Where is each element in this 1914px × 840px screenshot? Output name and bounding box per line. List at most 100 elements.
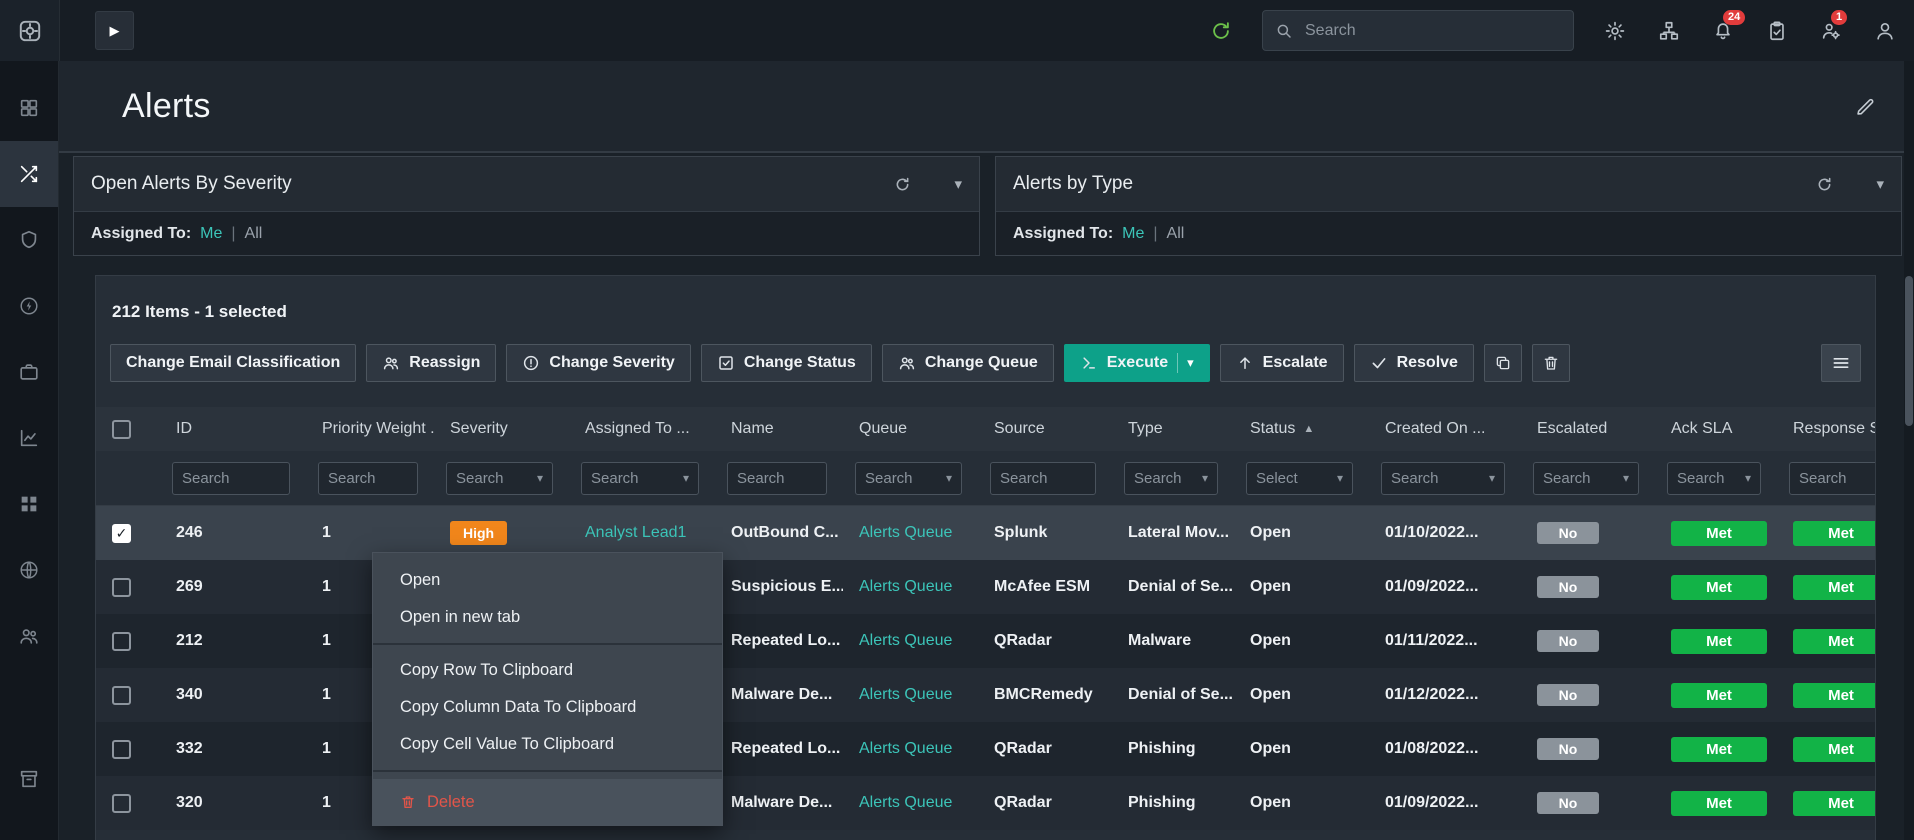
change-queue-button[interactable]: Change Queue: [881, 344, 1054, 382]
tasks-clipboard-icon[interactable]: [1764, 18, 1790, 44]
column-header-name[interactable]: Name: [715, 420, 843, 438]
filter-severity[interactable]: Search ▾: [446, 461, 553, 495]
table-row[interactable]: 269 1 Suspicious E... Alerts Queue McAfe…: [96, 560, 1875, 614]
column-header-status[interactable]: Status ▲: [1234, 420, 1369, 438]
change-status-button[interactable]: Change Status: [700, 344, 872, 382]
sidebar-item-dashboard[interactable]: [0, 75, 58, 141]
context-menu-copy-row[interactable]: Copy Row To Clipboard: [373, 652, 722, 689]
filter-escalated[interactable]: Search ▾: [1533, 461, 1639, 495]
chevron-down-icon[interactable]: ▾: [954, 175, 962, 193]
column-header-id[interactable]: ID: [160, 420, 306, 438]
change-severity-button[interactable]: Change Severity: [506, 344, 691, 382]
cell-queue[interactable]: Alerts Queue: [843, 740, 978, 758]
sync-status-icon[interactable]: [1208, 18, 1234, 44]
global-search[interactable]: [1262, 10, 1574, 51]
filter-id[interactable]: Search: [172, 461, 290, 495]
sidebar-item-analytics[interactable]: [0, 405, 58, 471]
filter-name[interactable]: Search: [727, 461, 827, 495]
sidebar-item-case[interactable]: [0, 339, 58, 405]
column-header-priority-weight[interactable]: Priority Weight ...: [306, 420, 434, 438]
execute-button[interactable]: Execute ▾: [1063, 344, 1210, 382]
column-header-assigned-to[interactable]: Assigned To ...: [569, 420, 715, 438]
sidebar-expand-button[interactable]: ▶: [95, 11, 134, 50]
search-input[interactable]: [1303, 20, 1561, 41]
assigned-all-link[interactable]: All: [245, 225, 263, 243]
context-menu-copy-cell[interactable]: Copy Cell Value To Clipboard: [373, 726, 722, 763]
table-row[interactable]: ✓ 246 1 High Analyst Lead1 OutBound C...…: [96, 506, 1875, 560]
vertical-scrollbar[interactable]: [1904, 61, 1914, 840]
assigned-me-link[interactable]: Me: [1122, 225, 1144, 243]
cell-queue[interactable]: Alerts Queue: [843, 578, 978, 596]
assigned-all-link[interactable]: All: [1167, 225, 1185, 243]
resolve-button[interactable]: Resolve: [1353, 344, 1474, 382]
context-menu-delete[interactable]: Delete: [373, 779, 722, 825]
sitemap-icon[interactable]: [1656, 18, 1682, 44]
table-row[interactable]: 212 1 Repeated Lo... Alerts Queue QRadar…: [96, 614, 1875, 668]
filter-source[interactable]: Search: [990, 461, 1096, 495]
sidebar-item-archive[interactable]: [0, 746, 58, 812]
change-email-classification-button[interactable]: Change Email Classification: [110, 344, 357, 382]
chevron-down-icon[interactable]: ▾: [1187, 355, 1194, 371]
edit-pencil-icon[interactable]: [1855, 96, 1876, 117]
filter-queue[interactable]: Search ▾: [855, 461, 962, 495]
row-checkbox[interactable]: [112, 793, 131, 813]
row-checkbox[interactable]: [112, 631, 131, 651]
reassign-button[interactable]: Reassign: [366, 344, 497, 382]
column-header-created-on[interactable]: Created On ...: [1369, 420, 1521, 438]
context-menu-open-new-tab[interactable]: Open in new tab: [373, 599, 722, 636]
filter-created-on[interactable]: Search ▾: [1381, 461, 1505, 495]
cell-queue[interactable]: Alerts Queue: [843, 524, 978, 542]
column-header-escalated[interactable]: Escalated: [1521, 420, 1655, 438]
delete-button[interactable]: [1531, 344, 1570, 382]
filter-status[interactable]: Select ▾: [1246, 461, 1353, 495]
sidebar-item-automation[interactable]: [0, 273, 58, 339]
select-all-checkbox[interactable]: [112, 419, 131, 439]
cell-queue[interactable]: Alerts Queue: [843, 632, 978, 650]
cell-queue[interactable]: Alerts Queue: [843, 686, 978, 704]
context-menu-copy-column[interactable]: Copy Column Data To Clipboard: [373, 689, 722, 726]
filter-type[interactable]: Search ▾: [1124, 461, 1218, 495]
settings-gear-icon[interactable]: [1602, 18, 1628, 44]
table-row[interactable]: 340 1 Malware De... Alerts Queue BMCReme…: [96, 668, 1875, 722]
column-header-queue[interactable]: Queue: [843, 420, 978, 438]
column-header-type[interactable]: Type: [1112, 420, 1234, 438]
user-profile-icon[interactable]: [1872, 18, 1898, 44]
notifications-bell-icon[interactable]: 24: [1710, 9, 1746, 44]
filter-response-sla[interactable]: Search▾: [1789, 461, 1875, 495]
menu-divider: [373, 770, 722, 772]
sidebar-item-network[interactable]: [0, 537, 58, 603]
chevron-down-icon[interactable]: ▾: [1876, 175, 1884, 193]
refresh-icon[interactable]: [893, 175, 912, 194]
row-checkbox[interactable]: [112, 739, 131, 759]
filter-ack-sla[interactable]: Search ▾: [1667, 461, 1761, 495]
column-header-ack-sla[interactable]: Ack SLA: [1655, 420, 1777, 438]
column-header-response-sla[interactable]: Response S...: [1777, 420, 1875, 438]
services-icon[interactable]: 1: [1818, 9, 1848, 44]
row-checkbox[interactable]: [112, 577, 131, 597]
scrollbar-thumb[interactable]: [1905, 276, 1913, 426]
table-row[interactable]: 320 1 Malware De... Alerts Queue QRadar …: [96, 776, 1875, 830]
sidebar-item-apps[interactable]: [0, 471, 58, 537]
table-row[interactable]: 332 1 Repeated Lo... Alerts Queue QRadar…: [96, 722, 1875, 776]
column-header-severity[interactable]: Severity: [434, 420, 569, 438]
table-menu-button[interactable]: [1821, 344, 1861, 382]
app-logo[interactable]: [0, 0, 60, 61]
row-checkbox[interactable]: ✓: [112, 523, 131, 543]
sidebar-item-users[interactable]: [0, 603, 58, 669]
cell-queue[interactable]: Alerts Queue: [843, 794, 978, 812]
refresh-icon[interactable]: [1815, 175, 1834, 194]
column-header-source[interactable]: Source: [978, 420, 1112, 438]
button-label: Resolve: [1396, 354, 1458, 371]
filter-priority-weight[interactable]: Search: [318, 461, 418, 495]
column-label: Severity: [450, 420, 508, 437]
row-checkbox[interactable]: [112, 685, 131, 705]
escalate-button[interactable]: Escalate: [1219, 344, 1344, 382]
cell-assigned-to[interactable]: Analyst Lead1: [569, 524, 715, 542]
assigned-me-link[interactable]: Me: [200, 225, 222, 243]
copy-button[interactable]: [1483, 344, 1522, 382]
sidebar-item-workflow[interactable]: [0, 141, 58, 207]
sidebar-item-shield[interactable]: [0, 207, 58, 273]
cell-id: 212: [176, 632, 203, 649]
context-menu-open[interactable]: Open: [373, 562, 722, 599]
filter-assigned-to[interactable]: Search ▾: [581, 461, 699, 495]
